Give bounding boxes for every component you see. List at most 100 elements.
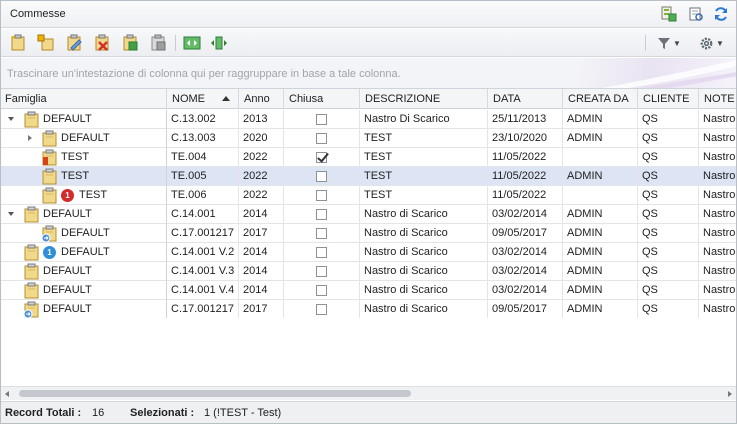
creata-da-cell: ADMIN <box>563 167 638 186</box>
chiusa-cell <box>284 262 360 281</box>
descrizione-cell: TEST <box>360 167 488 186</box>
scroll-right-icon[interactable] <box>728 391 732 397</box>
cliente-cell: QS <box>638 186 699 205</box>
expand-open-icon[interactable] <box>8 117 14 121</box>
famiglia-cell[interactable]: 1 TEST <box>0 186 167 205</box>
note-cell: Nastro <box>703 132 736 144</box>
new-subcommessa-icon[interactable] <box>37 34 55 52</box>
nome-cell: TE.006 <box>167 186 239 205</box>
data-cell: 23/10/2020 <box>488 129 563 148</box>
folder-icon <box>41 187 58 204</box>
scroll-left-icon[interactable] <box>5 391 9 397</box>
anno-cell: 2014 <box>239 243 284 262</box>
expand-collapsed-icon[interactable] <box>28 135 32 141</box>
anno-cell: 2014 <box>239 205 284 224</box>
note-cell: Nastro <box>703 208 736 220</box>
table-row[interactable]: DEFAULT C.17.001217 2017 Nastro di Scarico 0… <box>0 300 737 319</box>
note-cell: Nastro <box>703 189 736 201</box>
column-header-descrizione[interactable]: DESCRIZIONE <box>360 89 488 109</box>
chiusa-checkbox[interactable] <box>316 190 327 201</box>
note-cell: Nastro <box>703 151 736 163</box>
tree-export-icon[interactable] <box>661 6 677 22</box>
table-row[interactable]: DEFAULT C.14.001 V.3 2014 Nastro di Scarico… <box>0 262 737 281</box>
settings-dropdown[interactable]: ▼ <box>699 34 724 52</box>
collapse-all-icon[interactable] <box>210 34 228 52</box>
famiglia-cell[interactable]: 1 DEFAULT <box>0 243 167 262</box>
famiglia-label: DEFAULT <box>43 265 92 277</box>
open-icon[interactable] <box>121 34 139 52</box>
delete-icon[interactable] <box>93 34 111 52</box>
folder-icon <box>23 111 40 128</box>
scrollbar-thumb[interactable] <box>19 390 411 397</box>
famiglia-label: TEST <box>61 151 90 163</box>
edit-icon[interactable] <box>65 34 83 52</box>
new-commessa-icon[interactable] <box>9 34 27 52</box>
chiusa-checkbox[interactable] <box>316 285 327 296</box>
table-row[interactable]: DEFAULT C.13.003 2020 TEST 23/10/2020 ADMIN QS… <box>0 129 737 148</box>
nome-cell: C.14.001 V.3 <box>167 262 239 281</box>
column-header-data[interactable]: DATA <box>488 89 563 109</box>
chiusa-checkbox[interactable] <box>316 266 327 277</box>
close-commessa-icon[interactable] <box>149 34 167 52</box>
filter-dropdown[interactable]: ▼ <box>657 34 681 52</box>
refresh-icon[interactable] <box>713 6 729 22</box>
chiusa-checkbox[interactable] <box>316 209 327 220</box>
expand-all-icon[interactable] <box>183 34 201 52</box>
column-header-nome[interactable]: NOME <box>167 89 239 109</box>
famiglia-label: DEFAULT <box>43 303 92 315</box>
famiglia-cell[interactable]: TEST <box>0 148 167 167</box>
table-row[interactable]: DEFAULT C.17.001217 2017 Nastro di Scarico 0… <box>0 224 737 243</box>
anno-cell: 2017 <box>239 300 284 319</box>
famiglia-cell[interactable]: TEST <box>0 167 167 186</box>
column-header-creata-da[interactable]: CREATA DA <box>563 89 638 109</box>
anno-cell: 2014 <box>239 281 284 300</box>
horizontal-scrollbar[interactable] <box>0 386 737 400</box>
famiglia-cell[interactable]: DEFAULT <box>0 110 167 129</box>
note-cell: Nastro <box>703 303 736 315</box>
expand-open-icon[interactable] <box>8 212 14 216</box>
column-header-note[interactable]: NOTE <box>699 89 737 109</box>
chiusa-cell <box>284 205 360 224</box>
famiglia-label: DEFAULT <box>61 227 110 239</box>
table-row[interactable]: 1 TEST TE.006 2022 TEST 11/05/2022 QS Nastro <box>0 186 737 205</box>
famiglia-label: TEST <box>79 189 108 201</box>
anno-cell: 2022 <box>239 186 284 205</box>
chiusa-checkbox[interactable] <box>316 171 327 182</box>
famiglia-cell[interactable]: DEFAULT <box>0 262 167 281</box>
info-badge: 1 <box>43 246 56 259</box>
chiusa-checkbox[interactable] <box>316 304 327 315</box>
group-by-panel[interactable]: Trascinare un'intestazione di colonna qu… <box>0 58 737 89</box>
chiusa-checkbox[interactable] <box>316 152 327 163</box>
chiusa-checkbox[interactable] <box>316 228 327 239</box>
chiusa-checkbox[interactable] <box>316 247 327 258</box>
famiglia-cell[interactable]: DEFAULT <box>0 129 167 148</box>
cliente-cell: QS <box>638 281 699 300</box>
table-row[interactable]: DEFAULT C.13.002 2013 Nastro Di Scarico 25/1… <box>0 110 737 129</box>
famiglia-cell[interactable]: DEFAULT <box>0 281 167 300</box>
data-cell: 11/05/2022 <box>488 167 563 186</box>
table-row[interactable]: TEST TE.005 2022 TEST 11/05/2022 ADMIN QS Nastr… <box>0 167 737 186</box>
window-title: Commesse <box>10 8 66 20</box>
table-row[interactable]: TEST TE.004 2022 TEST 11/05/2022 QS Nastro <box>0 148 737 167</box>
famiglia-cell[interactable]: DEFAULT <box>0 224 167 243</box>
print-preview-icon[interactable] <box>688 6 704 22</box>
note-cell: Nastro <box>703 170 736 182</box>
table-row[interactable]: 1 DEFAULT C.14.001 V.2 2014 Nastro di Scaric… <box>0 243 737 262</box>
table-row[interactable]: DEFAULT C.14.001 2014 Nastro di Scarico 03/0… <box>0 205 737 224</box>
famiglia-label: DEFAULT <box>43 113 92 125</box>
famiglia-cell[interactable]: DEFAULT <box>0 205 167 224</box>
column-header-cliente[interactable]: CLIENTE <box>638 89 699 109</box>
column-header-anno[interactable]: Anno <box>239 89 284 109</box>
descrizione-cell: TEST <box>360 129 488 148</box>
column-header-famiglia[interactable]: Famiglia <box>0 89 167 109</box>
folder-icon <box>23 263 40 280</box>
creata-da-cell: ADMIN <box>563 262 638 281</box>
chiusa-checkbox[interactable] <box>316 114 327 125</box>
chiusa-checkbox[interactable] <box>316 133 327 144</box>
nome-cell: C.13.002 <box>167 110 239 129</box>
column-header-chiusa[interactable]: Chiusa <box>284 89 360 109</box>
column-header-nome-label: NOME <box>172 93 205 105</box>
famiglia-cell[interactable]: DEFAULT <box>0 300 167 319</box>
table-row[interactable]: DEFAULT C.14.001 V.4 2014 Nastro di Scarico… <box>0 281 737 300</box>
note-cell: Nastro <box>703 284 736 296</box>
